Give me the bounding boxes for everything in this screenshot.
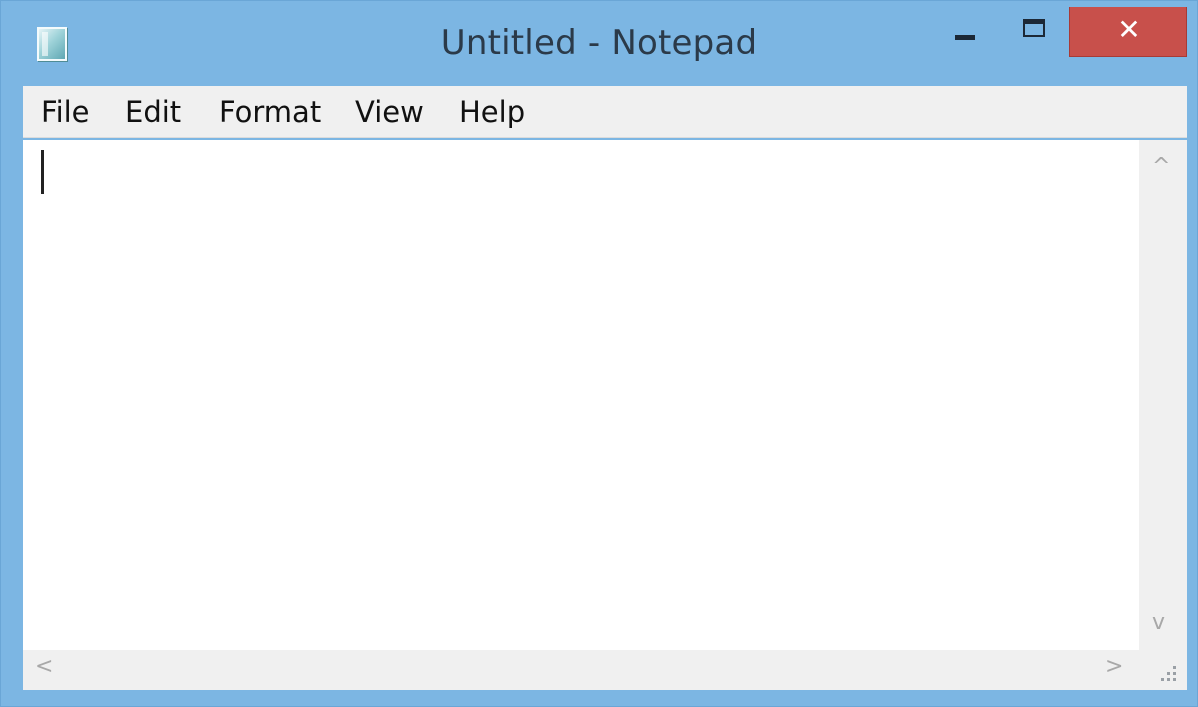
grip-dot	[1173, 678, 1176, 681]
resize-grip-icon[interactable]	[1139, 650, 1187, 690]
grip-dot	[1167, 678, 1170, 681]
minimize-button[interactable]	[941, 7, 991, 59]
title-bar[interactable]: Untitled - Notepad ✕	[1, 1, 1197, 85]
text-caret	[41, 150, 44, 194]
grip-dot	[1161, 678, 1164, 681]
scroll-down-arrow-icon[interactable]: v	[1152, 610, 1165, 635]
grip-dot	[1167, 672, 1170, 675]
close-button[interactable]: ✕	[1069, 7, 1187, 57]
menu-file[interactable]: File	[41, 95, 90, 129]
scroll-right-arrow-icon[interactable]: >	[1105, 654, 1123, 679]
scroll-left-arrow-icon[interactable]: <	[35, 654, 53, 679]
maximize-button[interactable]	[1009, 7, 1059, 59]
notepad-window: Untitled - Notepad ✕ File Edit Format Vi…	[0, 0, 1198, 707]
vertical-scrollbar[interactable]: ^ v	[1139, 140, 1187, 650]
scroll-up-arrow-icon[interactable]: ^	[1152, 154, 1170, 179]
menu-help[interactable]: Help	[459, 95, 525, 129]
menu-format[interactable]: Format	[219, 95, 321, 129]
menu-view[interactable]: View	[355, 95, 424, 129]
menu-edit[interactable]: Edit	[125, 95, 181, 129]
grip-dot	[1173, 672, 1176, 675]
menu-bar: File Edit Format View Help	[23, 86, 1187, 138]
horizontal-scrollbar[interactable]: < >	[23, 650, 1139, 690]
close-icon: ✕	[1117, 13, 1141, 46]
text-editor-area[interactable]	[23, 140, 1139, 650]
maximize-icon	[1023, 19, 1045, 37]
grip-dot	[1173, 666, 1176, 669]
minimize-icon	[955, 35, 975, 40]
